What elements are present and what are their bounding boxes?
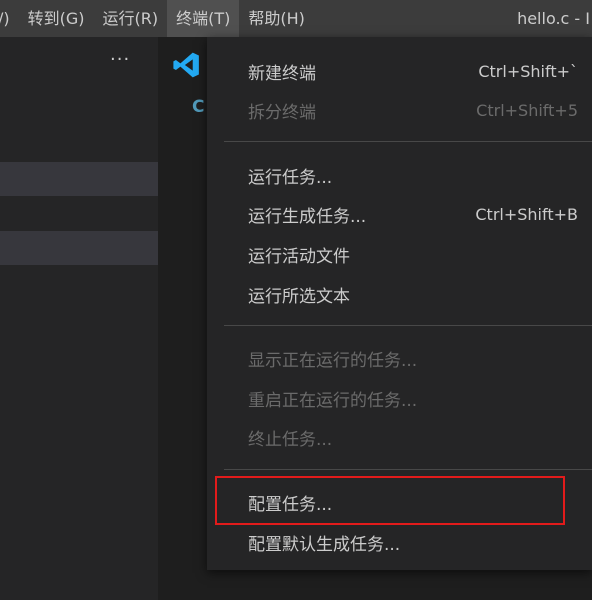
menu-item-run-task[interactable]: 运行任务... <box>207 155 592 195</box>
menu-goto[interactable]: 转到(G) <box>19 0 94 37</box>
window-title: hello.c - I <box>517 9 590 28</box>
menu-item-label: 运行生成任务... <box>248 206 367 227</box>
menu-run[interactable]: 运行(R) <box>94 0 168 37</box>
menu-item-label: 重启正在运行的任务... <box>248 390 418 411</box>
menu-bar: /) 转到(G) 运行(R) 终端(T) 帮助(H) <box>0 0 592 37</box>
menu-item-new-terminal[interactable]: 新建终端 Ctrl+Shift+` <box>207 51 592 91</box>
menu-item-restart-running-task[interactable]: 重启正在运行的任务... <box>207 378 592 418</box>
menu-view[interactable]: /) <box>0 0 19 37</box>
menu-item-label: 运行任务... <box>248 167 333 188</box>
menu-item-shortcut: Ctrl+Shift+5 <box>476 100 578 120</box>
menu-terminal[interactable]: 终端(T) <box>167 0 240 37</box>
menu-item-label: 终止任务... <box>248 429 333 450</box>
terminal-menu: 新建终端 Ctrl+Shift+` 拆分终端 Ctrl+Shift+5 运行任务… <box>207 37 592 570</box>
sidebar: ··· <box>0 37 158 600</box>
more-actions-icon[interactable]: ··· <box>110 49 130 70</box>
menu-item-split-terminal[interactable]: 拆分终端 Ctrl+Shift+5 <box>207 90 592 130</box>
menu-item-configure-default-build-task[interactable]: 配置默认生成任务... <box>207 522 592 562</box>
menu-item-label: 显示正在运行的任务... <box>248 350 418 371</box>
menu-separator <box>224 469 592 470</box>
menu-separator <box>224 141 592 142</box>
menu-item-terminate-task[interactable]: 终止任务... <box>207 417 592 457</box>
menu-item-label: 运行活动文件 <box>248 246 350 267</box>
menu-item-label: 拆分终端 <box>248 102 316 123</box>
menu-item-run-selected-text[interactable]: 运行所选文本 <box>207 274 592 314</box>
menu-item-shortcut: Ctrl+Shift+B <box>475 204 578 224</box>
menu-item-label: 运行所选文本 <box>248 286 350 307</box>
menu-help[interactable]: 帮助(H) <box>239 0 314 37</box>
menu-item-run-active-file[interactable]: 运行活动文件 <box>207 234 592 274</box>
menu-item-run-build-task[interactable]: 运行生成任务... Ctrl+Shift+B <box>207 194 592 234</box>
menu-item-show-running-tasks[interactable]: 显示正在运行的任务... <box>207 338 592 378</box>
menu-item-label: 配置默认生成任务... <box>248 534 401 555</box>
menu-item-label: 新建终端 <box>248 63 316 84</box>
menu-item-shortcut: Ctrl+Shift+` <box>478 61 578 81</box>
menu-item-configure-tasks[interactable]: 配置任务... <box>207 482 592 522</box>
sidebar-selected-row[interactable] <box>0 162 158 196</box>
sidebar-selected-row[interactable] <box>0 231 158 265</box>
menu-separator <box>224 325 592 326</box>
c-file-icon: C <box>192 97 205 117</box>
vscode-logo-icon <box>173 52 199 78</box>
menu-item-label: 配置任务... <box>248 494 333 515</box>
